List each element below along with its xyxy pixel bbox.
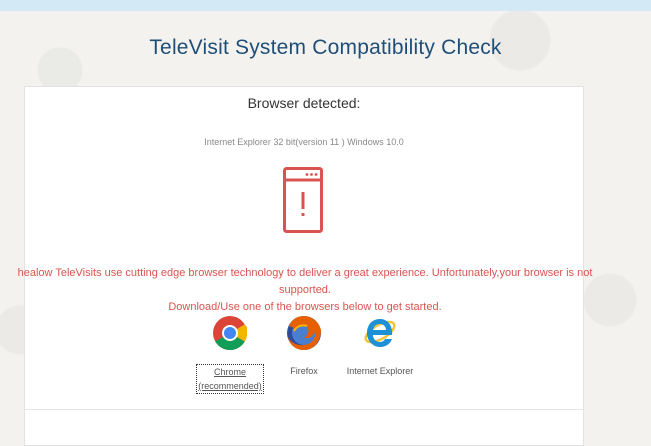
firefox-icon[interactable]: [286, 313, 322, 353]
browser-option-internet-explorer[interactable]: Internet Explorer: [335, 313, 425, 379]
chrome-link[interactable]: Chrome (recommended): [196, 364, 264, 394]
chrome-icon[interactable]: [212, 313, 248, 353]
browser-detected-heading: Browser detected:: [247, 95, 361, 111]
internet-explorer-link[interactable]: Internet Explorer: [347, 364, 414, 378]
card-divider: [25, 409, 583, 410]
chrome-name[interactable]: Chrome: [214, 367, 246, 377]
compatibility-card: Browser detected: Internet Explorer 32 b…: [18, 86, 592, 446]
unsupported-browser-message: healow TeleVisits use cutting edge brows…: [1, 265, 609, 316]
internet-explorer-icon[interactable]: [362, 313, 398, 353]
browser-warning-icon: [283, 167, 323, 233]
page-title: TeleVisit System Compatibility Check: [149, 36, 502, 59]
chrome-recommended-note[interactable]: (recommended): [198, 381, 262, 391]
firefox-link[interactable]: Firefox: [290, 364, 318, 378]
top-strip: [0, 0, 651, 11]
browser-options: Chrome (recommended) Firefox Internet Ex…: [25, 313, 585, 413]
message-line-1: healow TeleVisits use cutting edge brows…: [17, 267, 593, 296]
browser-info-text: Internet Explorer 32 bit(version 11 ) Wi…: [204, 137, 404, 147]
